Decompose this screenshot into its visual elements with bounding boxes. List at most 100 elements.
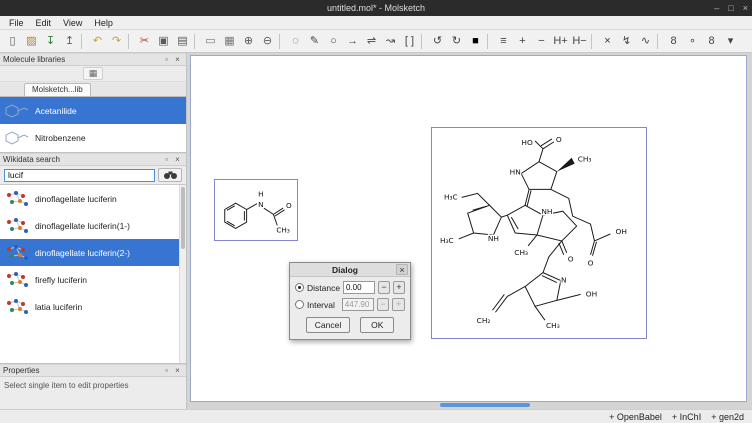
select-tool-button[interactable]: ◌ [286,32,305,51]
window-title: untitled.mol* - Molsketch [327,3,425,13]
library-item-acetanilide[interactable]: Acetanilide [0,97,186,124]
wikidata-scrollbar[interactable] [179,185,186,363]
search-result-dinoflagellate-luciferin-1[interactable]: dinoflagellate luciferin(1-) [0,212,179,239]
wikidata-search-row [0,166,186,184]
canvas-h-scrollbar[interactable] [190,403,747,407]
curved-arrow-button[interactable]: ↝ [381,32,400,51]
molecule-libraries-panel-header: Molecule libraries ▫ × [0,53,186,66]
new-document-button[interactable]: ▯ [3,32,22,51]
interval-input[interactable] [342,298,374,311]
svg-text:CH₃: CH₃ [514,248,528,257]
selection-box-luciferin[interactable]: HO O CH₃ HN OH O NH O CH₃ H₃C H₃C NH N O… [431,127,647,339]
close-panel-icon[interactable]: × [172,55,183,64]
electron-count-button[interactable]: 8 [664,32,683,51]
toolbar-icon: ✎ [310,36,319,47]
cancel-button[interactable]: Cancel [306,317,350,333]
bracket-tool-button[interactable]: [ ] [400,32,419,51]
distance-decrement-button[interactable]: − [378,281,390,294]
molecule-thumbnail-icon [3,242,31,263]
charge-plus-button[interactable]: + [513,32,532,51]
redo-button[interactable]: ↷ [107,32,126,51]
dialog-close-button[interactable]: × [396,264,408,275]
tool-options-dropdown[interactable]: ▾ [721,32,740,51]
float-panel-icon[interactable]: ▫ [161,55,172,64]
dialog-body: Distance − + Interval − + Cancel OK [290,277,410,339]
maximize-button[interactable]: □ [728,3,733,13]
float-panel-icon[interactable]: ▫ [161,366,172,375]
toolbar-separator [591,34,596,49]
dialog-titlebar[interactable]: Dialog × [290,263,410,277]
hydrogen-add-button[interactable]: H+ [551,32,570,51]
search-result-firefly-luciferin[interactable]: firefly luciferin [0,266,179,293]
lone-pair-tool-button[interactable]: ∘ [683,32,702,51]
svg-text:NH: NH [541,207,552,216]
menu-edit[interactable]: Edit [30,17,58,29]
ok-button[interactable]: OK [360,317,394,333]
undo-button[interactable]: ↶ [88,32,107,51]
close-panel-icon[interactable]: × [172,366,183,375]
search-result-dinoflagellate-luciferin[interactable]: dinoflagellate luciferin [0,185,179,212]
draw-tool-button[interactable]: ✎ [305,32,324,51]
copy-button[interactable]: ▣ [154,32,173,51]
bond-order-button[interactable]: ≡ [494,32,513,51]
zoom-out-button[interactable]: ⊖ [258,32,277,51]
close-panel-icon[interactable]: × [172,155,183,164]
distance-radio[interactable] [295,283,304,292]
library-item-nitrobenzene[interactable]: Nitrobenzene [0,124,186,151]
toolbar-separator [81,34,86,49]
wikidata-search-input[interactable] [4,169,155,182]
window-titlebar[interactable]: untitled.mol* - Molsketch – □ × [0,0,752,16]
wikidata-search-button[interactable] [158,168,182,182]
insert-table-button[interactable]: ▦ [220,32,239,51]
toolbar-icon: H+ [553,36,567,47]
delete-tool-button[interactable]: × [598,32,617,51]
svg-text:O: O [556,135,562,144]
library-item-label: Nitrobenzene [35,133,86,143]
toolbar-separator [194,34,199,49]
menu-view[interactable]: View [57,17,88,29]
interval-increment-button[interactable]: + [392,298,405,311]
mechanism-arrow-button[interactable]: ↯ [617,32,636,51]
menu-file[interactable]: File [3,17,30,29]
save-document-button[interactable]: ↧ [41,32,60,51]
distance-input[interactable] [343,281,375,294]
library-tab-bar: Molsketch...lib [0,82,186,97]
interval-radio[interactable] [295,300,304,309]
toolbar-icon: ∿ [641,36,650,47]
drawing-canvas[interactable]: H N O CH₃ [190,55,747,402]
ring-tool-button[interactable]: ○ [324,32,343,51]
toolbar-icon: ▦ [224,36,234,47]
rotate-ccw-button[interactable]: ↺ [428,32,447,51]
scrollbar-thumb[interactable] [440,403,530,407]
cut-button[interactable]: ✂ [135,32,154,51]
toolbar-icon: ↥ [65,36,74,47]
library-menu-button[interactable]: ▦ [83,67,103,80]
hydrogen-remove-button[interactable]: H− [570,32,589,51]
reaction-arrow-button[interactable]: → [343,32,362,51]
toolbar-icon: × [604,36,610,47]
rotate-cw-button[interactable]: ↻ [447,32,466,51]
search-result-latia-luciferin[interactable]: latia luciferin [0,293,179,320]
zoom-in-button[interactable]: ⊕ [239,32,258,51]
search-result-dinoflagellate-luciferin-2[interactable]: dinoflagellate luciferin(2-) [0,239,179,266]
open-document-button[interactable]: ▨ [22,32,41,51]
distance-increment-button[interactable]: + [393,281,405,294]
close-button[interactable]: × [743,3,748,13]
radical-electron-button[interactable]: 8 [702,32,721,51]
float-panel-icon[interactable]: ▫ [161,155,172,164]
lasso-tool-button[interactable]: ∿ [636,32,655,51]
minimize-button[interactable]: – [714,3,719,13]
toolbar-icon: → [347,36,358,47]
paste-button[interactable]: ▤ [173,32,192,51]
distance-label: Distance [307,283,340,293]
charge-minus-button[interactable]: − [532,32,551,51]
export-document-button[interactable]: ↥ [60,32,79,51]
menu-help[interactable]: Help [88,17,119,29]
tab-molsketch-lib[interactable]: Molsketch...lib [24,83,91,96]
selection-box-acetanilide[interactable]: H N O CH₃ [214,179,298,241]
interval-decrement-button[interactable]: − [377,298,390,311]
equilibrium-arrow-button[interactable]: ⇌ [362,32,381,51]
insert-frame-button[interactable]: ▭ [201,32,220,51]
color-swatch-button[interactable]: ■ [466,32,485,51]
scrollbar-thumb[interactable] [181,187,185,249]
